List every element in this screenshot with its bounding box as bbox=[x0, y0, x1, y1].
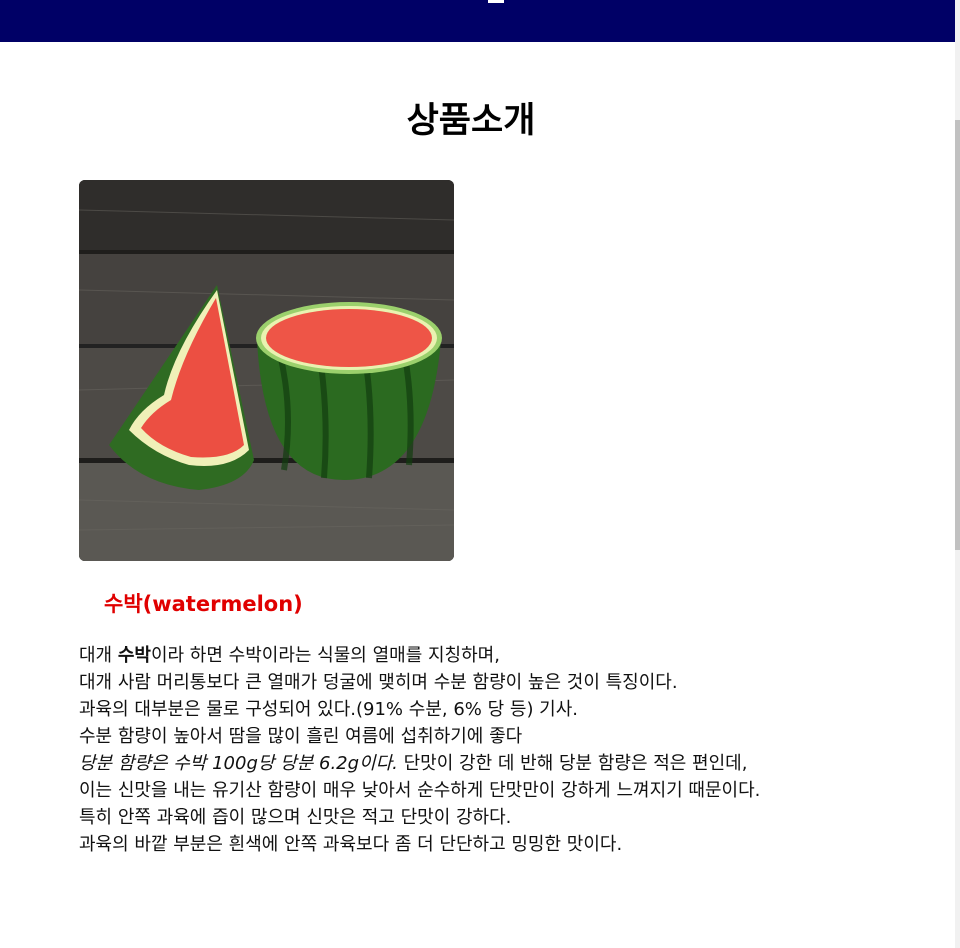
top-navigation-bar bbox=[0, 0, 955, 42]
nav-marker bbox=[488, 0, 504, 3]
description-line: 특히 안쪽 과육에 즙이 많으며 신맛은 적고 단맛이 강하다. bbox=[79, 807, 512, 828]
description-line: 대개 사람 머리통보다 큰 열매가 덩굴에 맺히며 수분 함량이 높은 것이 특… bbox=[79, 672, 678, 693]
text: 이라 하면 수박이라는 식물의 열매를 지칭하며, bbox=[150, 645, 500, 666]
text: 대개 bbox=[79, 645, 118, 666]
description-line: 수분 함량이 높아서 땀을 많이 흘린 여름에 섭취하기에 좋다 bbox=[79, 726, 523, 747]
bold-keyword: 수박 bbox=[117, 645, 151, 666]
product-name: 수박(watermelon) bbox=[104, 592, 303, 616]
scrollbar-thumb[interactable] bbox=[955, 120, 960, 550]
description-line: 대개 수박이라 하면 수박이라는 식물의 열매를 지칭하며, bbox=[79, 642, 869, 669]
italic-text: 당분 함량은 수박 100g당 당분 6.2g이다. bbox=[79, 753, 398, 774]
text: 단맛이 강한 데 반해 당분 함량은 적은 편인데, bbox=[397, 753, 748, 774]
description-line: 이는 신맛을 내는 유기산 함량이 매우 낮아서 순수하게 단맛만이 강하게 느… bbox=[79, 780, 761, 801]
product-description: 대개 수박이라 하면 수박이라는 식물의 열매를 지칭하며, 대개 사람 머리통… bbox=[79, 642, 869, 858]
page-title: 상품소개 bbox=[406, 101, 536, 141]
description-line: 당분 함량은 수박 100g당 당분 6.2g이다. 단맛이 강한 데 반해 당… bbox=[79, 750, 869, 777]
description-line: 과육의 대부분은 물로 구성되어 있다.(91% 수분, 6% 당 등) 기사. bbox=[79, 699, 579, 720]
description-line: 과육의 바깥 부분은 흰색에 안쪽 과육보다 좀 더 단단하고 밍밍한 맛이다. bbox=[79, 834, 623, 855]
page-scrollbar[interactable] bbox=[955, 0, 960, 948]
watermelon-image bbox=[79, 180, 454, 561]
